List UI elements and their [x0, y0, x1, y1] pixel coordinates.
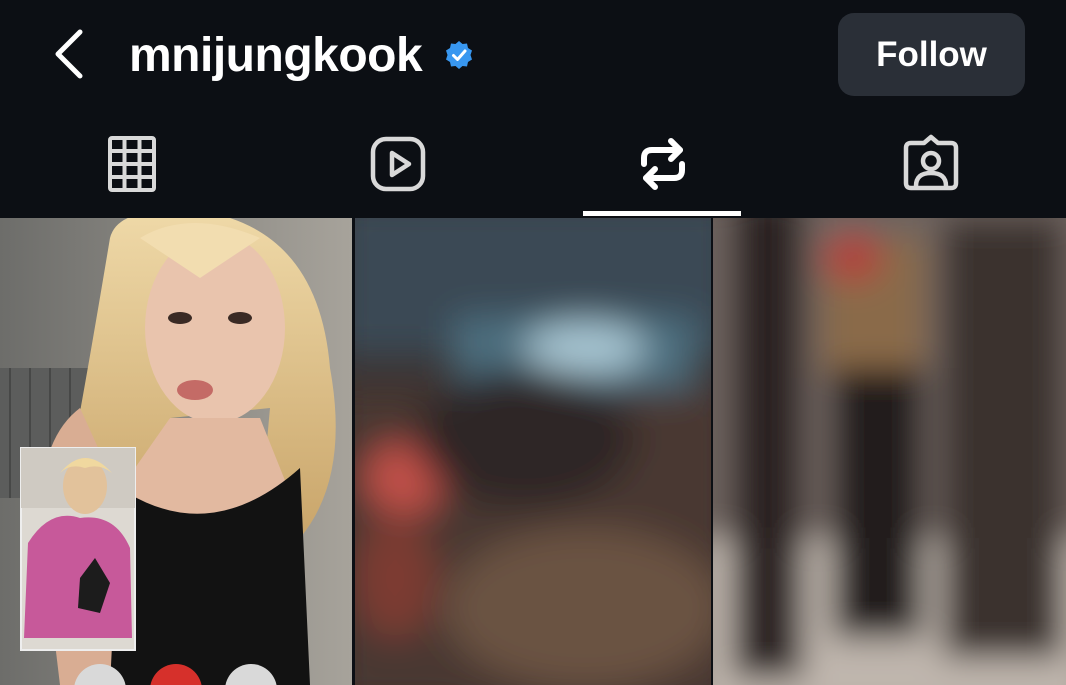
profile-username: mnijungkook [129, 29, 423, 82]
reposts-grid [0, 218, 1066, 685]
photo-thumbnail [0, 218, 352, 685]
profile-header: mnijungkook Follow [0, 0, 1066, 110]
blurred-photo-thumbnail [355, 218, 711, 685]
grid-item-blurred-1[interactable] [355, 218, 711, 685]
follow-button[interactable]: Follow [838, 13, 1025, 96]
active-tab-indicator [583, 211, 741, 216]
tab-tagged[interactable] [850, 110, 1016, 218]
grid-item-blurred-2[interactable] [713, 218, 1066, 685]
reels-play-icon [370, 136, 426, 192]
tab-reposts[interactable] [583, 110, 741, 218]
back-button[interactable] [44, 22, 100, 86]
chevron-left-icon [55, 29, 83, 79]
profile-tabs [0, 110, 1066, 218]
tagged-person-icon [903, 134, 959, 191]
tab-posts[interactable] [50, 110, 216, 218]
grid-icon [108, 136, 156, 192]
blurred-photo-thumbnail [713, 218, 1066, 685]
grid-item-photo[interactable] [0, 218, 352, 685]
verified-badge-icon [444, 40, 474, 70]
tab-reels[interactable] [316, 110, 482, 218]
repost-icon [641, 138, 685, 190]
